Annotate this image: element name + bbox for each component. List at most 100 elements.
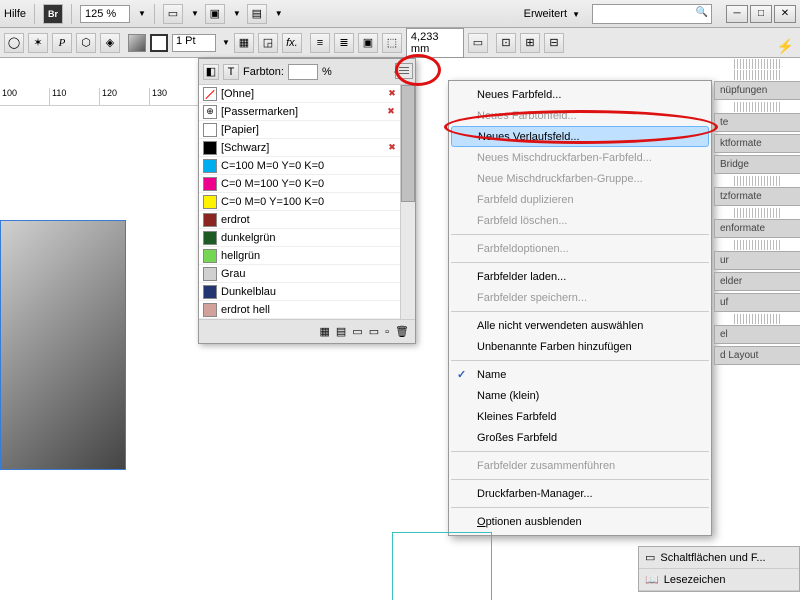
panel-grip[interactable] <box>734 70 780 80</box>
menu-item[interactable]: Neues Verlaufsfeld... <box>451 126 709 147</box>
fit-icon[interactable]: ⊞ <box>520 33 540 53</box>
zoom-dropdown-icon[interactable]: ▼ <box>138 9 146 18</box>
menu-item[interactable]: Alle nicht verwendeten auswählen <box>449 315 711 336</box>
panel-tab[interactable]: uf <box>714 293 800 312</box>
minimize-button[interactable]: ─ <box>726 5 748 23</box>
panel-menu-button[interactable] <box>395 63 413 79</box>
help-menu[interactable]: Hilfe <box>4 8 26 20</box>
swatch-row[interactable]: hellgrün <box>199 247 415 265</box>
panel-tab[interactable]: ktformate <box>714 134 800 153</box>
fit-icon[interactable]: ⊟ <box>544 33 564 53</box>
arrange-button[interactable]: ▤ <box>247 4 267 24</box>
menu-item[interactable]: Farbfelder laden... <box>449 266 711 287</box>
menu-item: Farbfeldoptionen... <box>449 238 711 259</box>
menu-item[interactable]: Neues Farbfeld... <box>449 84 711 105</box>
align-icon[interactable]: ≣ <box>334 33 354 53</box>
new-swatch-icon[interactable]: ▭ <box>369 325 379 338</box>
panel-tab[interactable]: enformate <box>714 219 800 238</box>
swatch-row[interactable]: [Papier] <box>199 121 415 139</box>
tool-icon[interactable]: ✶ <box>28 33 48 53</box>
panel-tab[interactable]: Bridge <box>714 155 800 174</box>
check-icon: ✓ <box>457 368 466 381</box>
swatch-row[interactable]: [Ohne]✖ <box>199 85 415 103</box>
swatch-row[interactable]: Grau <box>199 265 415 283</box>
new-swatch-icon[interactable]: ▭ <box>352 325 362 338</box>
swatch-row[interactable]: erdrot hell <box>199 301 415 319</box>
top-menu-bar: Hilfe Br 125 %▼ ▭▼ ▣▼ ▤▼ Erweitert ▼ 🔍 ─… <box>0 0 800 28</box>
tool-icon[interactable]: ◈ <box>100 33 120 53</box>
view-icon[interactable]: ▤ <box>336 325 346 338</box>
panel-grip[interactable] <box>734 314 780 324</box>
selected-gradient-frame[interactable] <box>0 220 126 470</box>
stroke-weight-field[interactable]: 1 Pt <box>172 34 216 52</box>
zoom-level-field[interactable]: 125 % <box>80 5 130 23</box>
panel-grip[interactable] <box>734 176 780 186</box>
menu-item[interactable]: Optionen ausblenden <box>449 511 711 532</box>
text-toggle-icon[interactable]: T <box>223 64 239 80</box>
swatch-row[interactable]: dunkelgrün <box>199 229 415 247</box>
toolbar-icon[interactable]: ▦ <box>234 33 254 53</box>
close-button[interactable]: ✕ <box>774 5 796 23</box>
search-input[interactable] <box>592 4 712 24</box>
bridge-button[interactable]: Br <box>43 4 63 24</box>
panel-tab[interactable]: nüpfungen <box>714 81 800 100</box>
paragraph-tool-icon[interactable]: P <box>52 33 72 53</box>
view-icon[interactable]: ▦ <box>320 325 330 338</box>
wrap-icon[interactable]: ▣ <box>358 33 378 53</box>
menu-item[interactable]: Name (klein) <box>449 385 711 406</box>
bookmarks-panel-tab[interactable]: 📖Lesezeichen <box>639 569 799 591</box>
panel-tab[interactable]: te <box>714 113 800 132</box>
lightning-icon[interactable]: ⚡ <box>777 38 794 55</box>
measure-field[interactable]: 4,233 mm <box>406 28 464 58</box>
panel-grip[interactable] <box>734 240 780 250</box>
menu-item[interactable]: Druckfarben-Manager... <box>449 483 711 504</box>
panel-grip[interactable] <box>734 102 780 112</box>
menu-item[interactable]: Unbenannte Farben hinzufügen <box>449 336 711 357</box>
tint-value-field[interactable] <box>288 64 318 80</box>
fill-swatch[interactable] <box>128 34 146 52</box>
new-swatch-icon[interactable]: ▫ <box>385 326 389 338</box>
fill-toggle-icon[interactable]: ◧ <box>203 64 219 80</box>
swatch-row[interactable]: C=100 M=0 Y=0 K=0 <box>199 157 415 175</box>
fx-icon[interactable]: fx. <box>282 33 302 53</box>
view-mode-button-1[interactable]: ▭ <box>163 4 183 24</box>
wrap-icon[interactable]: ⬚ <box>382 33 402 53</box>
swatch-name: [Ohne] <box>221 88 382 100</box>
swatch-row[interactable]: Dunkelblau <box>199 283 415 301</box>
workspace-selector[interactable]: Erweitert ▼ <box>518 6 586 22</box>
panel-tab[interactable]: ur <box>714 251 800 270</box>
panel-grip[interactable] <box>734 59 780 69</box>
menu-item[interactable]: Großes Farbfeld <box>449 427 711 448</box>
trash-icon[interactable]: 🗑 <box>395 325 409 338</box>
swatch-row[interactable]: C=0 M=100 Y=0 K=0 <box>199 175 415 193</box>
scrollbar[interactable] <box>400 85 415 319</box>
menu-item[interactable]: Kleines Farbfeld <box>449 406 711 427</box>
swatch-row[interactable]: C=0 M=0 Y=100 K=0 <box>199 193 415 211</box>
swatch-row[interactable]: ⊕[Passermarken]✖⊕ <box>199 103 415 121</box>
panel-tab[interactable]: el <box>714 325 800 344</box>
align-icon[interactable]: ≡ <box>310 33 330 53</box>
panel-tab[interactable]: d Layout <box>714 346 800 365</box>
fit-icon[interactable]: ⊡ <box>496 33 516 53</box>
stroke-swatch[interactable] <box>150 34 168 52</box>
panel-tab[interactable]: tzformate <box>714 187 800 206</box>
panel-grip[interactable] <box>734 208 780 218</box>
swatch-row[interactable]: [Schwarz]✖ <box>199 139 415 157</box>
frame-icon[interactable]: ▭ <box>468 33 488 53</box>
tool-icon[interactable]: ⬡ <box>76 33 96 53</box>
swatch-row[interactable]: erdrot <box>199 211 415 229</box>
swatch-chip <box>203 231 217 245</box>
tool-icon[interactable]: ◯ <box>4 33 24 53</box>
menu-item: Neue Mischdruckfarben-Gruppe... <box>449 168 711 189</box>
swatch-chip <box>203 285 217 299</box>
panel-tab[interactable]: elder <box>714 272 800 291</box>
menu-item[interactable]: ✓Name <box>449 364 711 385</box>
swatch-name: dunkelgrün <box>221 232 396 244</box>
maximize-button[interactable]: □ <box>750 5 772 23</box>
bottom-panel-group: ▭Schaltflächen und F... 📖Lesezeichen <box>638 546 800 592</box>
view-mode-button-2[interactable]: ▣ <box>205 4 225 24</box>
swatches-list: [Ohne]✖⊕[Passermarken]✖⊕[Papier][Schwarz… <box>199 85 415 319</box>
bookmark-icon: 📖 <box>645 573 659 586</box>
toolbar-icon[interactable]: ◲ <box>258 33 278 53</box>
buttons-panel-tab[interactable]: ▭Schaltflächen und F... <box>639 547 799 569</box>
